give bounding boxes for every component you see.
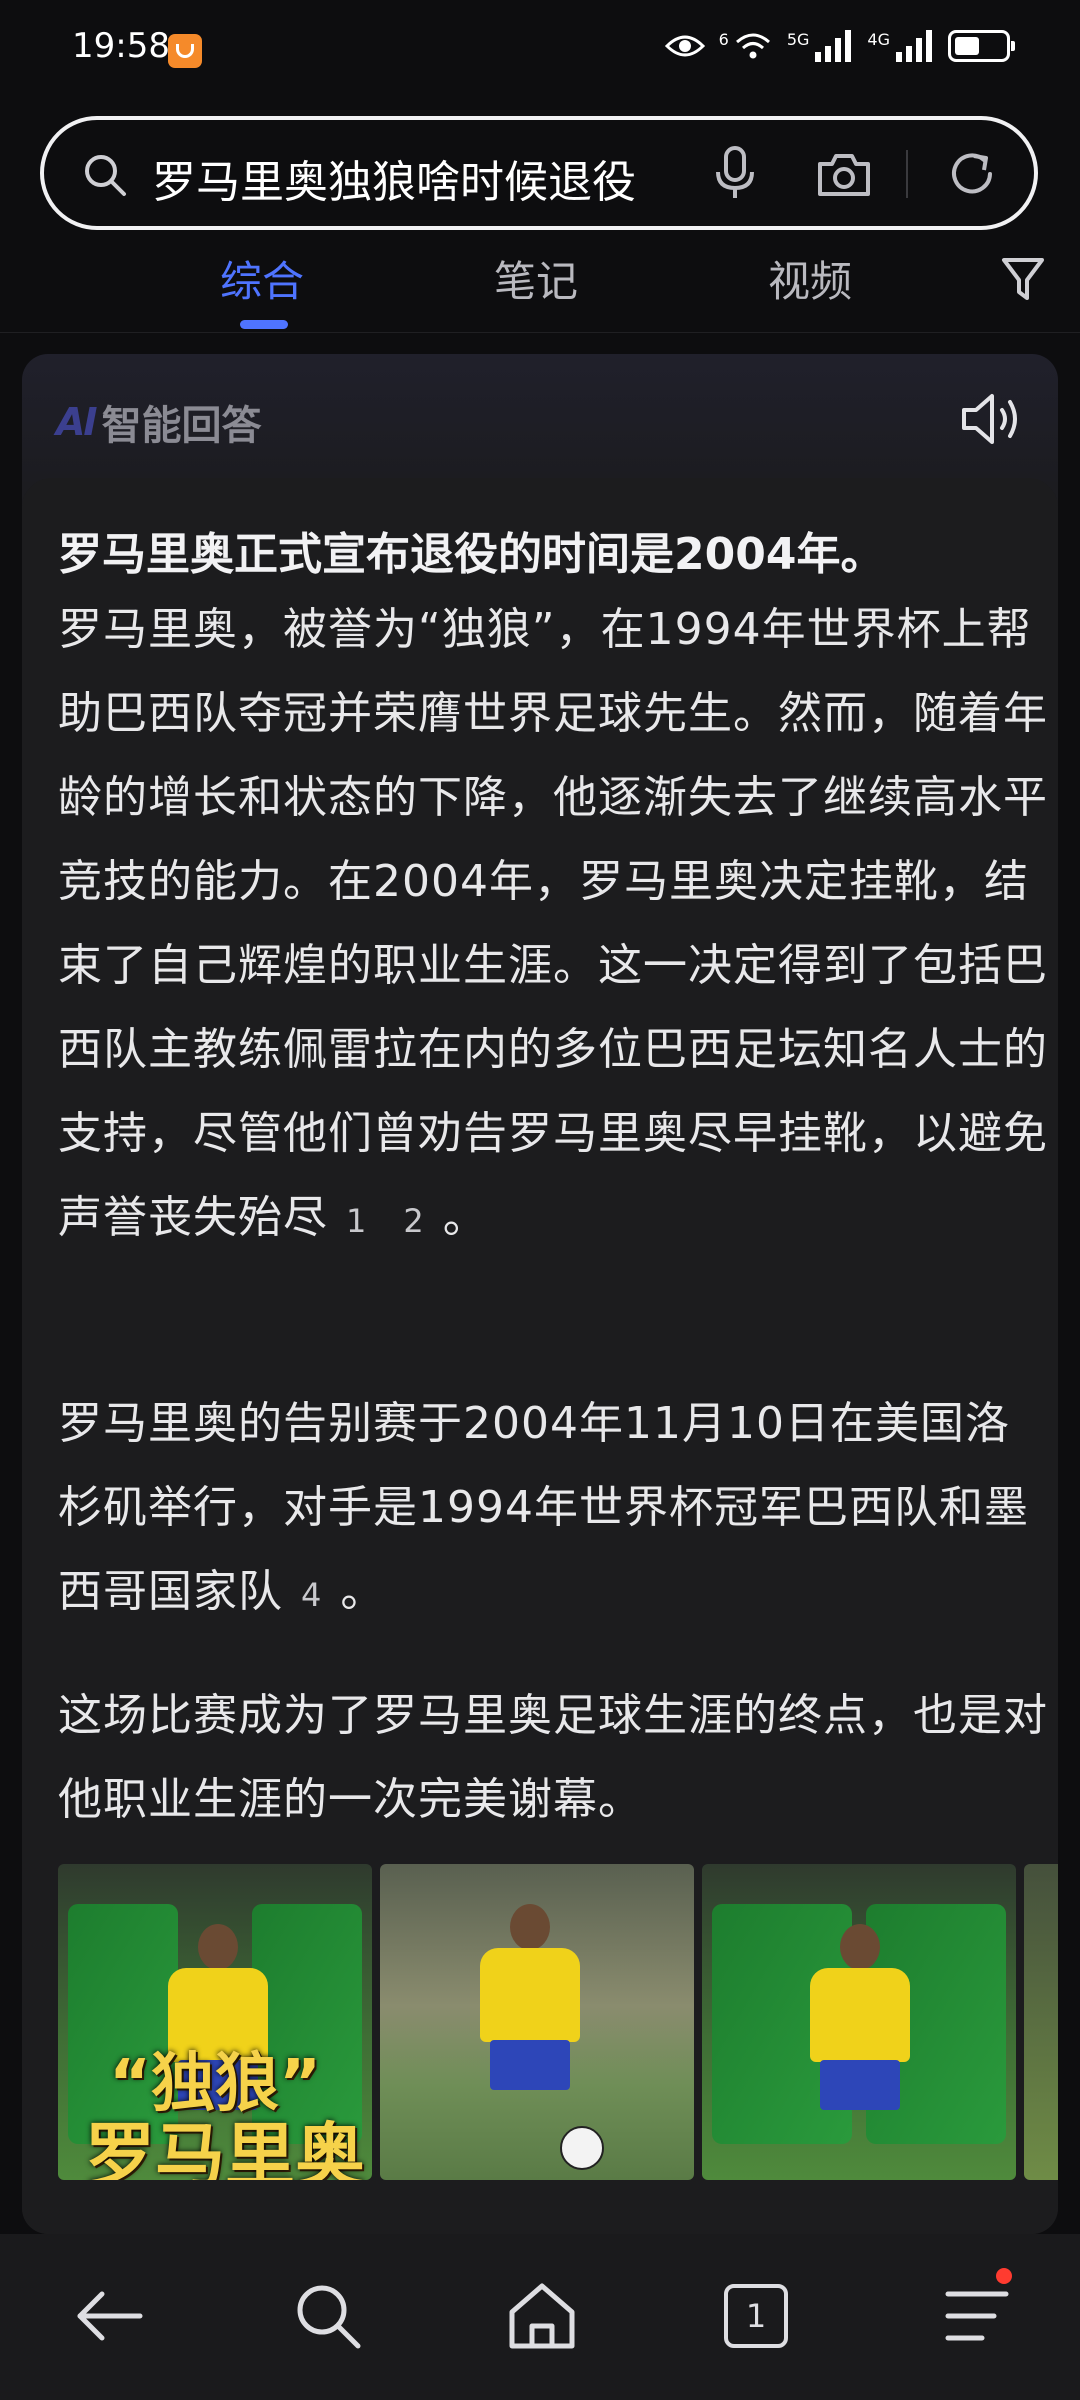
refresh-icon[interactable]	[944, 146, 1000, 202]
wifi-icon	[735, 33, 770, 59]
football	[560, 2126, 604, 2170]
microphone-icon[interactable]	[712, 146, 758, 200]
back-icon[interactable]	[72, 2278, 148, 2354]
answer-paragraph: 这场比赛成为了罗马里奥足球生涯的终点，也是对他职业生涯的一次完美谢幕。	[58, 1674, 1048, 1842]
status-time: 19:58	[72, 26, 170, 66]
app-notification-icon	[168, 34, 202, 68]
status-bar: 19:58 6 5G 4G	[0, 0, 1080, 100]
citation-link[interactable]: 1	[346, 1202, 367, 1240]
paragraph-end: 。	[442, 1192, 488, 1243]
ai-answer-card: AI 智能回答 罗马里奥正式宣布退役的时间是2004年。 罗马里奥，被誉为“独狼…	[22, 354, 1058, 2234]
camera-icon[interactable]	[816, 150, 872, 198]
citation-link[interactable]: 4	[301, 1576, 322, 1614]
player-figure	[810, 1924, 910, 2124]
bottom-nav: 1	[0, 2234, 1080, 2400]
search-query[interactable]: 罗马里奥独狼啥时候退役	[152, 146, 636, 210]
tab-comprehensive[interactable]: 综合	[220, 248, 304, 309]
image-caption-line2: 罗马里奥	[85, 2115, 365, 2180]
search-icon[interactable]	[80, 150, 130, 200]
answer-paragraph: 罗马里奥，被誉为“独狼”，在1994年世界杯上帮助巴西队夺冠并荣膺世界足球先生。…	[58, 588, 1048, 1263]
wifi-network-label: 6	[718, 29, 729, 49]
menu-button[interactable]	[940, 2268, 1016, 2354]
paragraph-end: 。	[340, 1566, 386, 1617]
signal-5g-icon	[815, 30, 852, 62]
tab-videos[interactable]: 视频	[768, 248, 852, 309]
result-image[interactable]	[1024, 1864, 1058, 2180]
citation-link[interactable]: 2	[403, 1202, 424, 1240]
result-tabs: 综合 笔记 视频	[0, 240, 1080, 333]
5g-label: 5G	[786, 29, 810, 49]
menu-icon	[945, 2291, 1009, 2341]
player-figure	[480, 1904, 580, 2104]
image-strip[interactable]: “独狼” 罗马里奥	[58, 1864, 1058, 2180]
result-image[interactable]	[380, 1864, 694, 2180]
tab-notes[interactable]: 笔记	[494, 248, 578, 309]
ai-card-header: AI 智能回答	[56, 394, 262, 450]
signal-4g-icon	[896, 30, 932, 62]
answer-paragraph: 罗马里奥的告别赛于2004年11月10日在美国洛杉矶举行，对手是1994年世界杯…	[58, 1382, 1048, 1637]
search-icon[interactable]	[290, 2278, 366, 2354]
tabs-button[interactable]: 1	[724, 2284, 800, 2360]
eye-icon	[664, 35, 705, 57]
status-icons: 6 5G 4G	[664, 28, 1015, 64]
paragraph-text: 罗马里奥，被誉为“独狼”，在1994年世界杯上帮助巴西队夺冠并荣膺世界足球先生。…	[58, 604, 1048, 1243]
notification-dot	[996, 2268, 1012, 2284]
search-divider	[906, 150, 908, 198]
filter-icon[interactable]	[1000, 254, 1046, 304]
active-tab-indicator	[240, 320, 288, 329]
paragraph-text: 这场比赛成为了罗马里奥足球生涯的终点，也是对他职业生涯的一次完美谢幕。	[58, 1690, 1048, 1825]
home-icon[interactable]	[504, 2278, 580, 2354]
search-bar[interactable]: 罗马里奥独狼啥时候退役	[40, 116, 1038, 230]
tab-count: 1	[724, 2284, 788, 2348]
ai-card-title: 智能回答	[101, 403, 262, 449]
result-image[interactable]	[702, 1864, 1016, 2180]
paragraph-text: 罗马里奥的告别赛于2004年11月10日在美国洛杉矶举行，对手是1994年世界杯…	[58, 1398, 1029, 1617]
battery-icon	[948, 30, 1015, 62]
answer-headline: 罗马里奥正式宣布退役的时间是2004年。	[58, 529, 885, 580]
ai-logo: AI	[56, 400, 98, 444]
result-image[interactable]: “独狼” 罗马里奥	[58, 1864, 372, 2180]
speaker-icon[interactable]	[960, 390, 1022, 448]
4g-label: 4G	[867, 29, 890, 49]
